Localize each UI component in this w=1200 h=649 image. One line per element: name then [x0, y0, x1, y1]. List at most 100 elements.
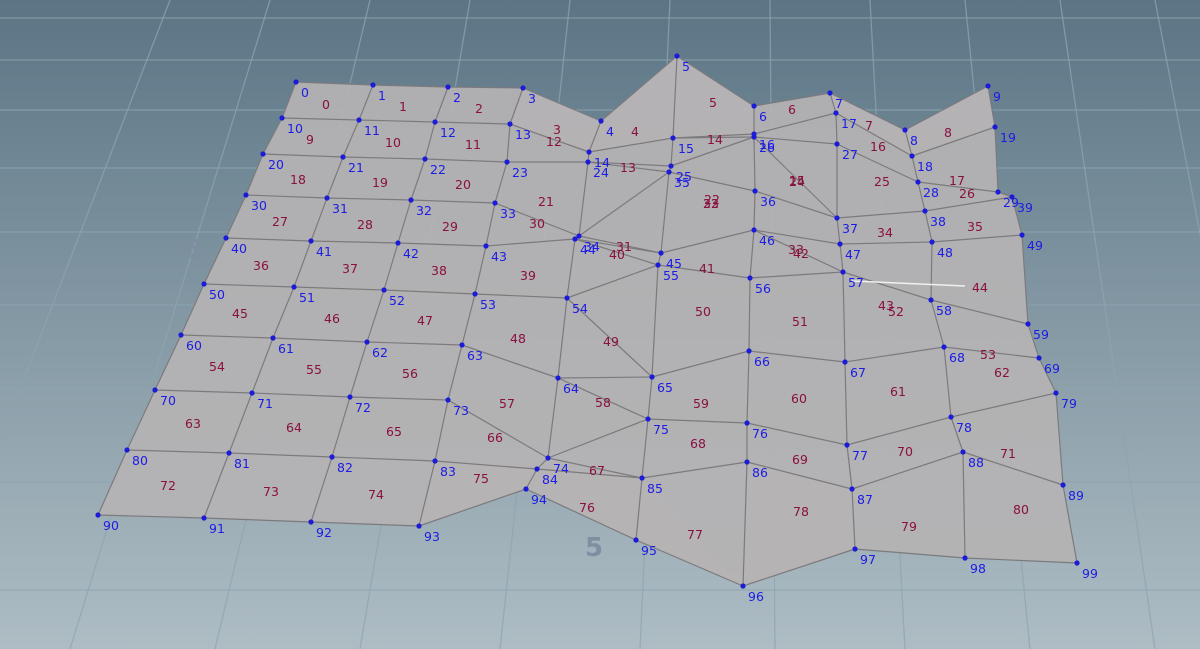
mesh-point[interactable] — [381, 287, 387, 293]
mesh-point[interactable] — [842, 359, 848, 365]
mesh-point[interactable] — [564, 295, 570, 301]
mesh-point[interactable] — [633, 537, 639, 543]
mesh-point[interactable] — [308, 238, 314, 244]
mesh-point[interactable] — [201, 281, 207, 287]
mesh-point[interactable] — [408, 197, 414, 203]
mesh-point[interactable] — [483, 243, 489, 249]
mesh-point[interactable] — [329, 454, 335, 460]
mesh-point[interactable] — [152, 387, 158, 393]
mesh-point[interactable] — [922, 208, 928, 214]
mesh-point[interactable] — [260, 151, 266, 157]
mesh-point[interactable] — [545, 455, 551, 461]
mesh-point[interactable] — [948, 414, 954, 420]
mesh-point[interactable] — [534, 466, 540, 472]
mesh-point[interactable] — [1025, 321, 1031, 327]
mesh-point[interactable] — [422, 156, 428, 162]
mesh-point[interactable] — [837, 241, 843, 247]
mesh-point[interactable] — [507, 121, 513, 127]
mesh-point[interactable] — [929, 239, 935, 245]
mesh-point[interactable] — [833, 110, 839, 116]
mesh-point[interactable] — [1060, 482, 1066, 488]
mesh-point[interactable] — [356, 117, 362, 123]
mesh-point[interactable] — [572, 236, 578, 242]
viewport-3d[interactable]: -5 5 0 1 2 3 4 5 6 7 8 9 10 11 12 13 14 15 16 17 18 19 20 21 2… — [0, 0, 1200, 649]
mesh-point[interactable] — [752, 188, 758, 194]
mesh-point[interactable] — [928, 297, 934, 303]
mesh-point[interactable] — [585, 159, 591, 165]
mesh-point[interactable] — [520, 85, 526, 91]
mesh-point[interactable] — [445, 84, 451, 90]
mesh-point[interactable] — [744, 459, 750, 465]
mesh-point[interactable] — [270, 335, 276, 341]
mesh-point[interactable] — [639, 475, 645, 481]
mesh-point[interactable] — [658, 250, 664, 256]
mesh-point[interactable] — [827, 90, 833, 96]
mesh-point[interactable] — [834, 215, 840, 221]
mesh-point[interactable] — [201, 515, 207, 521]
mesh-point[interactable] — [751, 134, 757, 140]
mesh-point[interactable] — [844, 442, 850, 448]
mesh-point[interactable] — [852, 546, 858, 552]
mesh-point[interactable] — [293, 79, 299, 85]
mesh-point[interactable] — [747, 275, 753, 281]
mesh-point[interactable] — [962, 555, 968, 561]
mesh-point[interactable] — [840, 269, 846, 275]
mesh-point[interactable] — [649, 374, 655, 380]
mesh-point[interactable] — [834, 141, 840, 147]
mesh-point[interactable] — [995, 189, 1001, 195]
mesh-point[interactable] — [941, 344, 947, 350]
mesh-point[interactable] — [223, 235, 229, 241]
mesh-point[interactable] — [249, 390, 255, 396]
mesh-point[interactable] — [960, 449, 966, 455]
mesh-point[interactable] — [416, 523, 422, 529]
mesh-point[interactable] — [751, 103, 757, 109]
mesh-point[interactable] — [849, 486, 855, 492]
mesh-point[interactable] — [751, 227, 757, 233]
mesh-point[interactable] — [586, 149, 592, 155]
mesh-point[interactable] — [740, 583, 746, 589]
mesh-point[interactable] — [492, 200, 498, 206]
mesh-point[interactable] — [555, 375, 561, 381]
mesh-point[interactable] — [124, 447, 130, 453]
mesh-point[interactable] — [291, 284, 297, 290]
mesh-point[interactable] — [645, 416, 651, 422]
mesh-point[interactable] — [178, 332, 184, 338]
mesh-point[interactable] — [985, 83, 991, 89]
mesh-point[interactable] — [1019, 232, 1025, 238]
mesh-point[interactable] — [746, 348, 752, 354]
mesh-point[interactable] — [340, 154, 346, 160]
mesh-point[interactable] — [1036, 355, 1042, 361]
mesh-point[interactable] — [744, 420, 750, 426]
mesh-point[interactable] — [1074, 560, 1080, 566]
mesh-point[interactable] — [1053, 390, 1059, 396]
mesh-point[interactable] — [666, 169, 672, 175]
mesh-point[interactable] — [902, 127, 908, 133]
mesh-point[interactable] — [1009, 194, 1015, 200]
mesh-point[interactable] — [674, 53, 680, 59]
mesh-point[interactable] — [668, 163, 674, 169]
mesh-point[interactable] — [909, 153, 915, 159]
mesh-point[interactable] — [445, 397, 451, 403]
mesh-point[interactable] — [523, 486, 529, 492]
mesh-point[interactable] — [308, 519, 314, 525]
scene-canvas[interactable]: -5 5 0 1 23 45 67 89 10 11 12131415161718 19 2021 2… — [0, 0, 1200, 649]
mesh-point[interactable] — [598, 118, 604, 124]
mesh-point[interactable] — [324, 195, 330, 201]
mesh-point[interactable] — [432, 458, 438, 464]
mesh-point[interactable] — [915, 179, 921, 185]
mesh-point[interactable] — [655, 262, 661, 268]
mesh-point[interactable] — [472, 291, 478, 297]
mesh-point[interactable] — [370, 82, 376, 88]
mesh-point[interactable] — [432, 119, 438, 125]
mesh-point[interactable] — [279, 115, 285, 121]
mesh-point[interactable] — [347, 394, 353, 400]
mesh-point[interactable] — [504, 159, 510, 165]
mesh-point[interactable] — [243, 192, 249, 198]
mesh-point[interactable] — [395, 240, 401, 246]
mesh-point[interactable] — [95, 512, 101, 518]
mesh-point[interactable] — [670, 135, 676, 141]
mesh-point[interactable] — [364, 339, 370, 345]
mesh-point[interactable] — [459, 342, 465, 348]
mesh-point[interactable] — [992, 124, 998, 130]
mesh-point[interactable] — [226, 450, 232, 456]
